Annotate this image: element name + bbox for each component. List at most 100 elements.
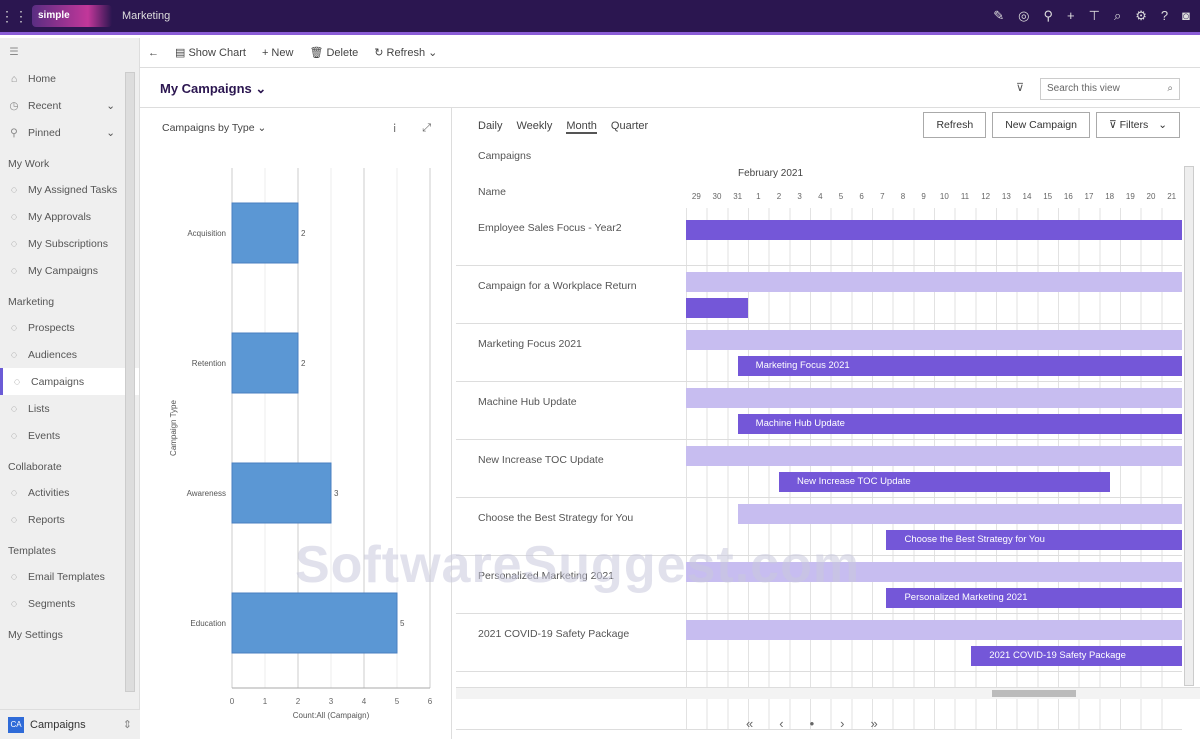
app-launcher-icon[interactable]: ⋮⋮	[0, 8, 28, 25]
sidebar-item[interactable]: ◌ Audiences	[0, 341, 139, 368]
timeline-background-bar	[686, 330, 1182, 350]
lightbulb-icon[interactable]: ✎	[993, 8, 1004, 24]
tab-month[interactable]: Month	[566, 120, 597, 134]
sidebar-section-header: Templates	[8, 545, 56, 557]
sidebar-item[interactable]: ◌ My Assigned Tasks	[0, 176, 139, 203]
campaign-bar[interactable]: Marketing Focus 2021	[737, 356, 1182, 376]
sidebar-item[interactable]: ◌ Activities	[0, 479, 139, 506]
page-title[interactable]: My Campaigns ⌄	[160, 81, 266, 97]
sidebar-item[interactable]: ◌ My Subscriptions	[0, 230, 139, 257]
new-campaign-button[interactable]: New Campaign	[992, 112, 1090, 138]
chevron-down-icon[interactable]: ⌄	[106, 100, 115, 112]
help-icon[interactable]: ?	[1161, 8, 1168, 24]
sidebar-scrollbar[interactable]	[125, 72, 135, 692]
area-badge: CA	[8, 716, 24, 733]
delete-button[interactable]: 🗑 Delete	[309, 46, 358, 59]
sidebar-item[interactable]: ◌ Campaigns	[0, 368, 139, 395]
sidebar-item[interactable]: ◌ Events	[0, 422, 139, 449]
bar[interactable]	[231, 202, 299, 264]
area-switcher[interactable]: CA Campaigns ⇕	[0, 709, 140, 739]
filter-icon[interactable]: ⊽	[1016, 81, 1024, 94]
today-icon[interactable]: •	[810, 716, 815, 731]
entity-icon: ◌	[10, 348, 18, 361]
sidebar-item[interactable]: ◌ Reports	[0, 506, 139, 533]
y-tick-label: Acquisition	[187, 229, 226, 238]
new-button[interactable]: + New	[262, 47, 294, 59]
search-icon[interactable]: ⌕	[1167, 83, 1173, 94]
last-page-icon[interactable]: »	[870, 716, 877, 731]
chevron-icon: ⇕	[122, 719, 132, 731]
app-name: Marketing	[122, 10, 171, 22]
sidebar-item-home[interactable]: ⌂ Home	[0, 65, 139, 92]
sidebar-item[interactable]: ◌ Email Templates	[0, 563, 139, 590]
back-icon[interactable]: ←	[148, 47, 159, 59]
tab-quarter[interactable]: Quarter	[611, 120, 648, 134]
campaign-bar[interactable]: New Increase TOC Update	[779, 472, 1110, 492]
sidebar-item[interactable]: ◌ Prospects	[0, 314, 139, 341]
campaign-name[interactable]: 2021 COVID-19 Safety Package	[478, 628, 678, 640]
first-page-icon[interactable]: «	[746, 716, 753, 731]
campaign-bar[interactable]: 2021 COVID-19 Safety Package	[971, 646, 1182, 666]
view-header: My Campaigns ⌄ ⊽ Search this view ⌕	[140, 70, 1200, 108]
refresh-button[interactable]: ↻ Refresh ⌄	[374, 46, 437, 59]
day-label: 29	[691, 192, 701, 201]
settings-icon[interactable]: ⚙	[1135, 8, 1147, 24]
filter-icon[interactable]: ⊤	[1089, 8, 1100, 24]
bulb-icon[interactable]: ⚲	[1044, 8, 1054, 24]
next-page-icon[interactable]: ›	[840, 716, 844, 731]
month-header: February 2021	[738, 168, 804, 179]
campaign-name[interactable]: Machine Hub Update	[478, 396, 678, 408]
search-icon[interactable]: ⌕	[1114, 8, 1121, 24]
sidebar-item-label: Segments	[28, 597, 76, 610]
add-icon[interactable]: +	[1067, 8, 1075, 24]
entity-icon: ◌	[10, 183, 18, 196]
campaign-bar[interactable]: Choose the Best Strategy for You	[886, 530, 1182, 550]
sidebar-item-label: Reports	[28, 513, 65, 526]
sidebar-item[interactable]: ◌ My Campaigns	[0, 257, 139, 284]
avatar[interactable]: ◙	[1182, 8, 1190, 24]
bar[interactable]	[231, 592, 398, 654]
day-label: 8	[900, 192, 906, 201]
refresh-button[interactable]: Refresh	[923, 112, 987, 138]
sidebar-item-pinned[interactable]: ⚲ Pinned ⌄	[0, 119, 139, 146]
campaign-name[interactable]: Campaign for a Workplace Return	[478, 280, 678, 292]
campaign-bar[interactable]: Personalized Marketing 2021	[886, 588, 1182, 608]
target-icon[interactable]: ◎	[1018, 8, 1029, 24]
chevron-down-icon[interactable]: ⌄	[106, 127, 115, 139]
vertical-scrollbar[interactable]	[1184, 166, 1194, 686]
campaign-bar[interactable]	[686, 220, 1182, 240]
timeline-background-bar	[686, 446, 1182, 466]
horizontal-scrollbar[interactable]	[456, 687, 1200, 699]
tab-daily[interactable]: Daily	[478, 120, 502, 134]
show-chart-button[interactable]: ▤ Show Chart	[175, 46, 246, 59]
row-divider	[456, 439, 1182, 440]
day-label: 10	[939, 192, 949, 201]
campaign-name[interactable]: New Increase TOC Update	[478, 454, 678, 466]
bar[interactable]	[231, 332, 299, 394]
search-input[interactable]: Search this view ⌕	[1040, 78, 1180, 100]
campaign-name[interactable]: Choose the Best Strategy for You	[478, 512, 678, 524]
campaign-bar[interactable]	[686, 298, 748, 318]
sidebar-item-label: My Approvals	[28, 210, 92, 223]
entity-icon: ◌	[10, 486, 18, 499]
collapse-menu-button[interactable]: ☰	[0, 38, 139, 65]
campaign-name[interactable]: Personalized Marketing 2021	[478, 570, 678, 582]
sidebar-item[interactable]: ◌ My Approvals	[0, 203, 139, 230]
sidebar-item[interactable]: ◌ Segments	[0, 590, 139, 617]
day-label: 4	[818, 192, 823, 201]
prev-page-icon[interactable]: ‹	[779, 716, 783, 731]
area-label: Campaigns	[30, 718, 86, 731]
filters-dropdown[interactable]: ⊽ Filters ⌄	[1096, 112, 1180, 138]
title-text: My Campaigns	[160, 80, 252, 96]
sidebar-item-recent[interactable]: ◷ Recent ⌄	[0, 92, 139, 119]
day-label: 2	[776, 192, 782, 201]
tab-weekly[interactable]: Weekly	[516, 120, 552, 134]
campaign-name[interactable]: Employee Sales Focus - Year2	[478, 222, 678, 234]
campaign-name[interactable]: Marketing Focus 2021	[478, 338, 678, 350]
campaign-bar[interactable]: Machine Hub Update	[737, 414, 1182, 434]
sidebar-item[interactable]: ◌ Lists	[0, 395, 139, 422]
y-tick-label: Education	[190, 619, 226, 628]
bar[interactable]	[231, 462, 332, 524]
day-label: 18	[1105, 192, 1115, 201]
sidebar-item-label: My Subscriptions	[28, 237, 108, 250]
